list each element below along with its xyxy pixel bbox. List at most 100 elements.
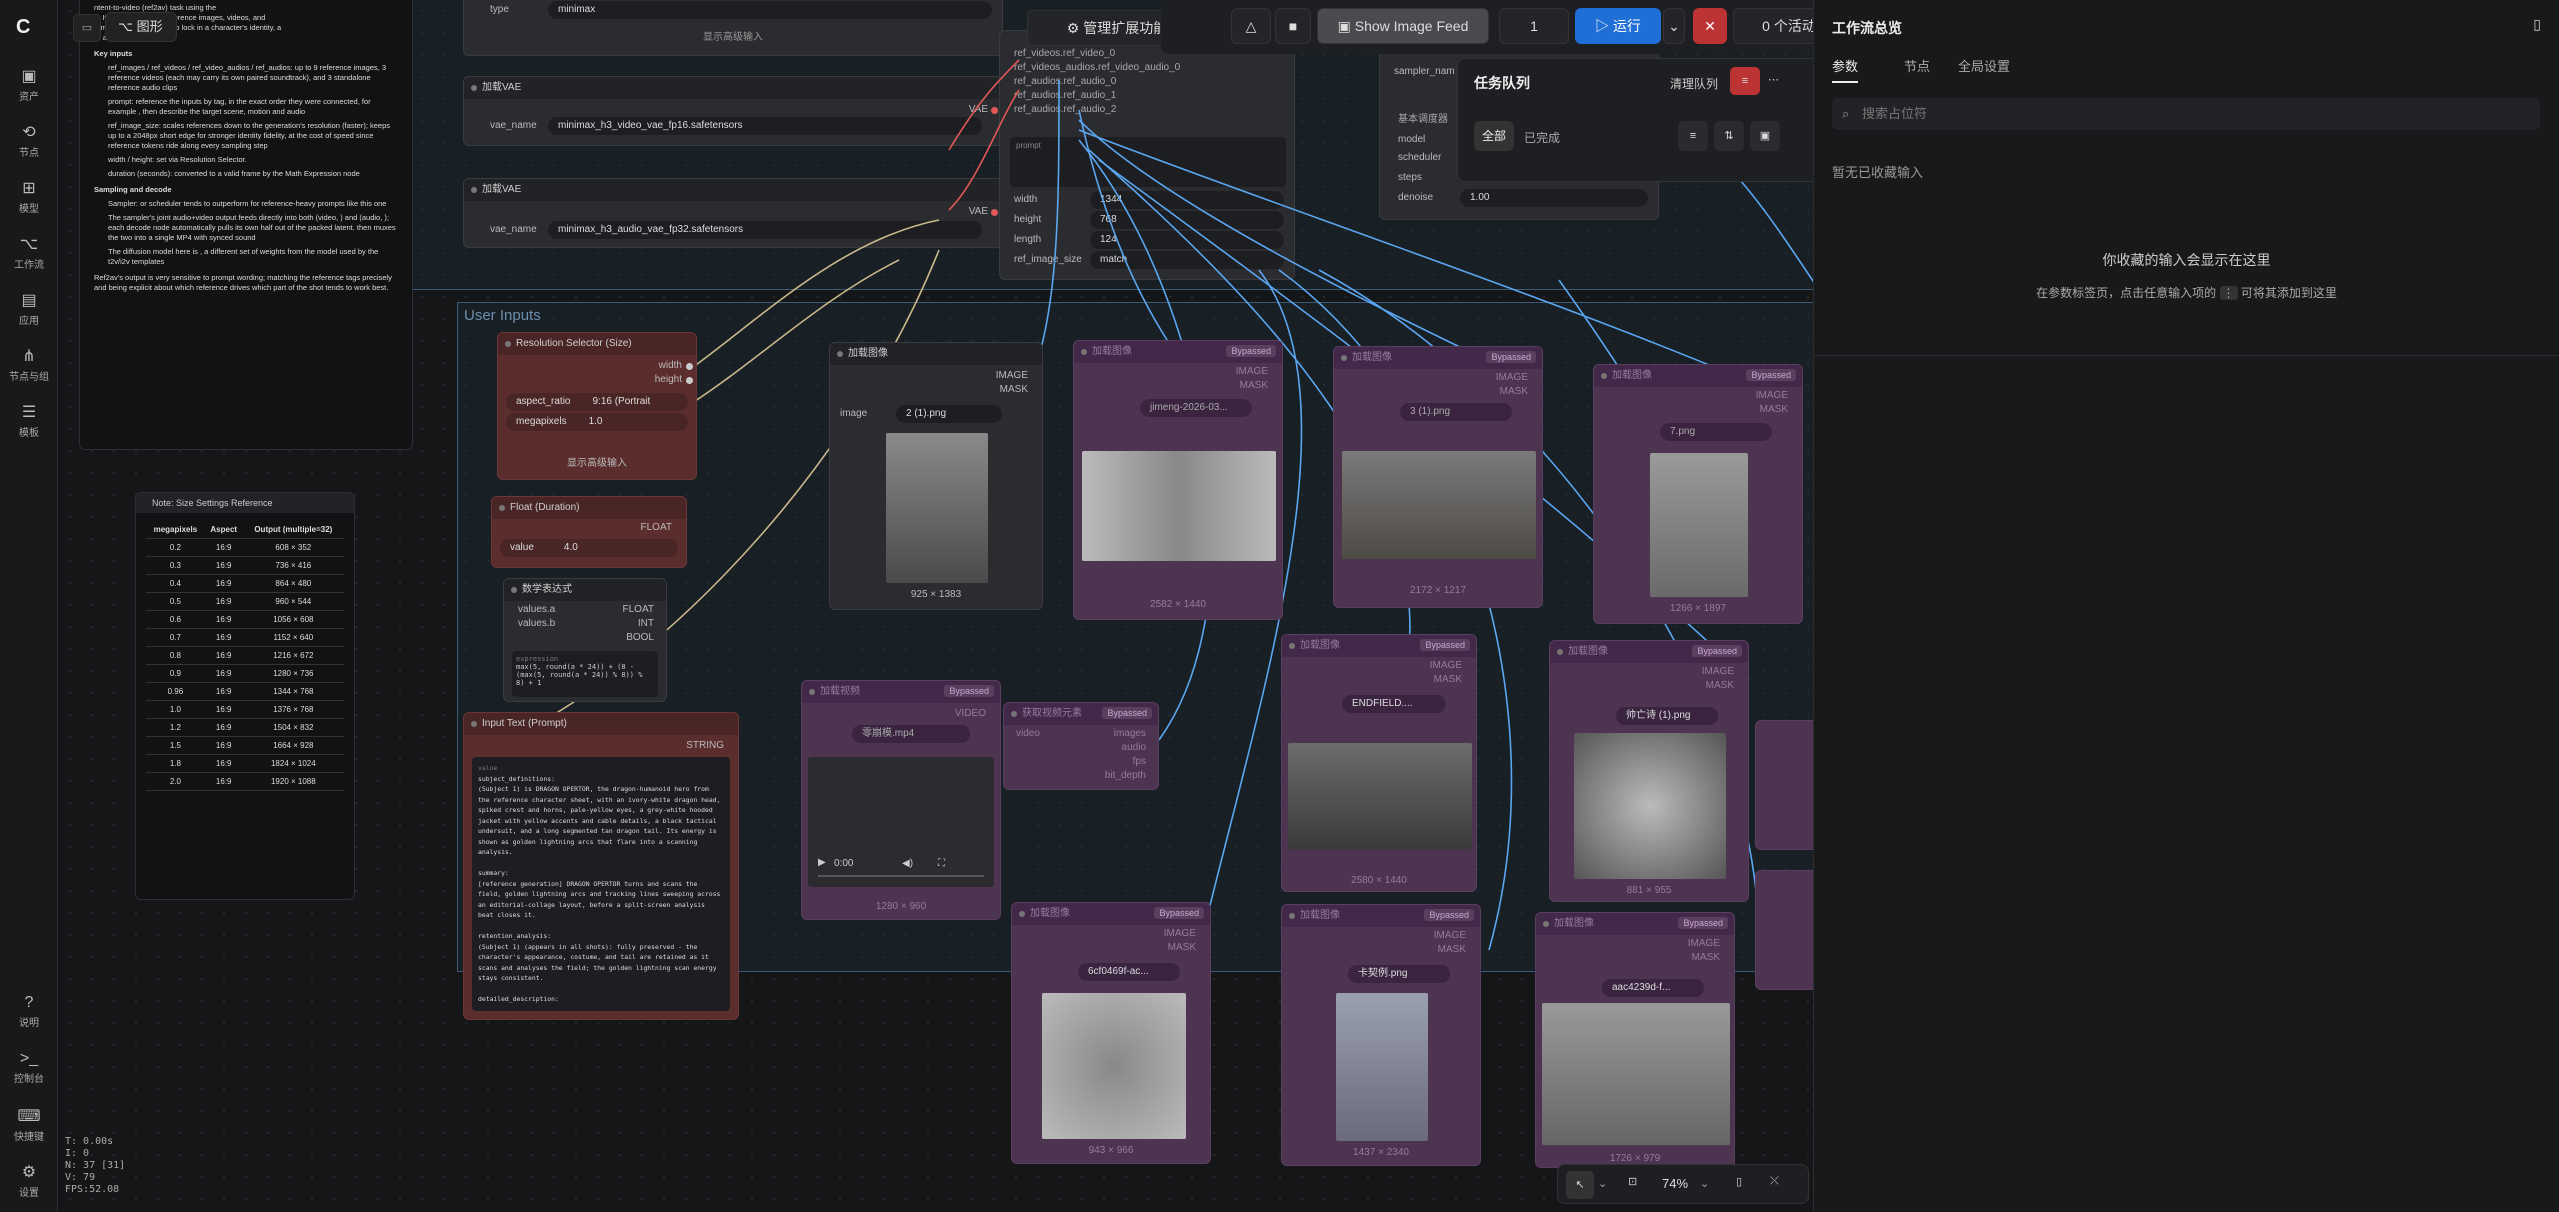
- image-select[interactable]: ENDFIELD....: [1342, 695, 1446, 713]
- image-select[interactable]: 2 (1).png: [896, 405, 1002, 423]
- tab-all[interactable]: 全部: [1474, 121, 1514, 151]
- load-image-node-7[interactable]: 加载图像 Bypassed IMAGE MASK 6cf0469f-ac... 9…: [1011, 902, 1211, 1164]
- search-input[interactable]: ⌕ 搜索占位符: [1832, 98, 2540, 130]
- chevron-down-icon[interactable]: ⌄: [1700, 1177, 1709, 1190]
- bookmark-button[interactable]: ■: [1275, 8, 1311, 44]
- bypassed-badge: Bypassed: [1102, 707, 1152, 719]
- tab-params[interactable]: 参数: [1832, 56, 1859, 83]
- tab-done[interactable]: 已完成: [1524, 129, 1560, 146]
- load-image-node-main[interactable]: 加载图像 IMAGE MASK image 2 (1).png 925 × 13…: [829, 342, 1043, 610]
- play-icon[interactable]: ▶: [818, 857, 826, 868]
- megapixels-field[interactable]: megapixels 1.0: [506, 413, 688, 431]
- sidebar-item-workflows[interactable]: ⌥ 工作流: [0, 234, 58, 271]
- gallery-icon[interactable]: ▣: [1750, 121, 1780, 151]
- no-favorites-label: 暂无已收藏输入: [1832, 165, 1924, 180]
- sidebar-item-settings[interactable]: ⚙ 设置: [0, 1162, 58, 1199]
- minimap-icon[interactable]: ▯: [1736, 1175, 1742, 1188]
- tab-nodes[interactable]: 节点: [1904, 56, 1930, 75]
- resolution-selector-node[interactable]: Resolution Selector (Size) width height …: [497, 332, 697, 480]
- prompt-textarea[interactable]: value subject_definitions: (Subject 1) is…: [472, 757, 730, 1011]
- chevron-down-icon[interactable]: ⌄: [1598, 1177, 1607, 1190]
- zoom-level[interactable]: 74%: [1662, 1176, 1688, 1191]
- divider: [1814, 355, 2559, 356]
- sidebar-item-shortcuts[interactable]: ⌨ 快捷键: [0, 1106, 58, 1143]
- sort-icon[interactable]: ⇅: [1714, 121, 1744, 151]
- load-audio-node-partial[interactable]: [1755, 720, 1813, 850]
- fit-view-icon[interactable]: ⊡: [1628, 1175, 1637, 1188]
- collapse-panel-icon[interactable]: ▯: [2533, 16, 2541, 33]
- run-button[interactable]: ▷ 运行: [1575, 8, 1661, 44]
- image-icon: ▣: [21, 68, 37, 85]
- image-select[interactable]: 3 (1).png: [1400, 403, 1512, 421]
- bypassed-badge: Bypassed: [1226, 345, 1276, 357]
- image-preview: [1288, 743, 1472, 849]
- logo-button[interactable]: △: [1231, 8, 1271, 44]
- load-video-node[interactable]: 加载视频 Bypassed VIDEO 零崩模.mp4 ▶ 0:00 ◀) ⛶ 1…: [801, 680, 1001, 920]
- load-audio-node-partial[interactable]: [1755, 870, 1813, 990]
- sidebar-item-nodes[interactable]: ⟲ 节点: [0, 122, 58, 159]
- clear-queue-button[interactable]: 清理队列: [1670, 75, 1718, 92]
- node-title: Resolution Selector (Size): [498, 333, 696, 355]
- cancel-button[interactable]: ✕: [1693, 8, 1727, 44]
- load-image-node-6[interactable]: 加载图像 Bypassed IMAGE MASK 帅亡诗 (1).png 881 …: [1549, 640, 1749, 902]
- prompt-text-node[interactable]: Input Text (Prompt) STRING value subject_…: [463, 712, 739, 1020]
- image-select[interactable]: 卡契例.png: [1348, 965, 1450, 983]
- load-image-node-4[interactable]: 加载图像 Bypassed IMAGE MASK 7.png 1266 × 189…: [1593, 364, 1803, 624]
- float-duration-node[interactable]: Float (Duration) FLOAT value 4.0: [491, 496, 687, 568]
- video-player[interactable]: ▶ 0:00 ◀) ⛶: [808, 757, 994, 887]
- tab-global-settings[interactable]: 全局设置: [1958, 56, 2010, 75]
- aspect-ratio-select[interactable]: aspect_ratio9:16 (Portrait Wideo...: [506, 393, 688, 425]
- node-title: Input Text (Prompt): [464, 713, 738, 735]
- bool-output: BOOL: [626, 632, 654, 643]
- fullscreen-icon[interactable]: ⛶: [938, 858, 945, 869]
- image-preview: [1082, 451, 1276, 561]
- active-tasks-button[interactable]: 0 个活动任务: [1733, 8, 1813, 44]
- volume-icon[interactable]: ◀): [902, 858, 913, 869]
- bit-depth-output: bit_depth: [1104, 770, 1146, 781]
- image-select[interactable]: aac4239d-f...: [1602, 979, 1704, 997]
- sidebar-item-templates[interactable]: ☰ 模板: [0, 402, 58, 439]
- sidebar-item-models[interactable]: ⊞ 模型: [0, 178, 58, 215]
- queue-count-field[interactable]: 1: [1499, 8, 1569, 44]
- load-image-node-3[interactable]: 加载图像 Bypassed IMAGE MASK 3 (1).png 2172 ×…: [1333, 346, 1543, 608]
- expression-field[interactable]: expression max(5, round(a * 24)) + (8 - …: [512, 651, 658, 697]
- wire: [1033, 79, 1060, 373]
- run-options-button[interactable]: ⌄: [1663, 8, 1685, 44]
- output-socket[interactable]: [686, 377, 693, 384]
- show-advanced-link[interactable]: 显示高级输入: [506, 455, 688, 473]
- image-select[interactable]: 帅亡诗 (1).png: [1616, 707, 1718, 725]
- sidebar-item-console[interactable]: >_ 控制台: [0, 1050, 58, 1085]
- load-image-node-9[interactable]: 加载图像 Bypassed IMAGE MASK aac4239d-f... 17…: [1535, 912, 1735, 1168]
- mask-output: MASK: [1759, 404, 1788, 415]
- clear-queue-icon-button[interactable]: ≡: [1730, 67, 1760, 95]
- sidebar-item-apps[interactable]: ▤ 应用: [0, 290, 58, 327]
- graph-canvas[interactable]: ntent-to-video (ref2av) task using the o…: [59, 0, 1813, 1212]
- image-dimensions: 1437 × 2340: [1353, 1147, 1409, 1158]
- video-progress[interactable]: [818, 875, 984, 877]
- math-expression-node[interactable]: 数学表达式 values.a values.b FLOAT INT BOOL e…: [503, 578, 667, 702]
- chevron-down-icon: ⌄: [1668, 18, 1680, 34]
- load-image-node-2[interactable]: 加载图像 Bypassed IMAGE MASK jimeng-2026-03..…: [1073, 340, 1283, 620]
- image-select[interactable]: 7.png: [1660, 423, 1772, 441]
- mask-output: MASK: [1239, 380, 1268, 391]
- select-tool-icon[interactable]: ↖: [1566, 1171, 1594, 1199]
- image-preview: [1042, 993, 1186, 1139]
- sidebar-item-help[interactable]: ? 说明: [0, 994, 58, 1029]
- filter-icon[interactable]: ≡: [1678, 121, 1708, 151]
- show-image-feed-button[interactable]: ▣ Show Image Feed: [1317, 8, 1489, 44]
- video-select[interactable]: 零崩模.mp4: [852, 725, 970, 743]
- more-icon[interactable]: ⋯: [1768, 73, 1779, 86]
- app-logo[interactable]: C: [16, 16, 38, 38]
- load-image-node-8[interactable]: 加载图像 Bypassed IMAGE MASK 卡契例.png 1437 × 2…: [1281, 904, 1481, 1166]
- output-socket[interactable]: [686, 363, 693, 370]
- duration-field[interactable]: value 4.0: [500, 539, 678, 557]
- image-preview: [1342, 451, 1536, 559]
- sidebar-item-node-groups[interactable]: ⋔ 节点与组: [0, 346, 58, 383]
- image-select[interactable]: 6cf0469f-ac...: [1078, 963, 1180, 981]
- link-visibility-icon[interactable]: ⤬: [1770, 1175, 1779, 1188]
- image-select[interactable]: jimeng-2026-03...: [1140, 399, 1252, 417]
- get-video-components-node[interactable]: 获取视频元素 Bypassed video images audio fps bi…: [1003, 702, 1159, 790]
- sidebar-item-assets[interactable]: ▣ 资产: [0, 66, 58, 103]
- video-dimensions: 1280 × 960: [875, 901, 927, 912]
- load-image-node-5[interactable]: 加载图像 Bypassed IMAGE MASK ENDFIELD.... 258…: [1281, 634, 1477, 892]
